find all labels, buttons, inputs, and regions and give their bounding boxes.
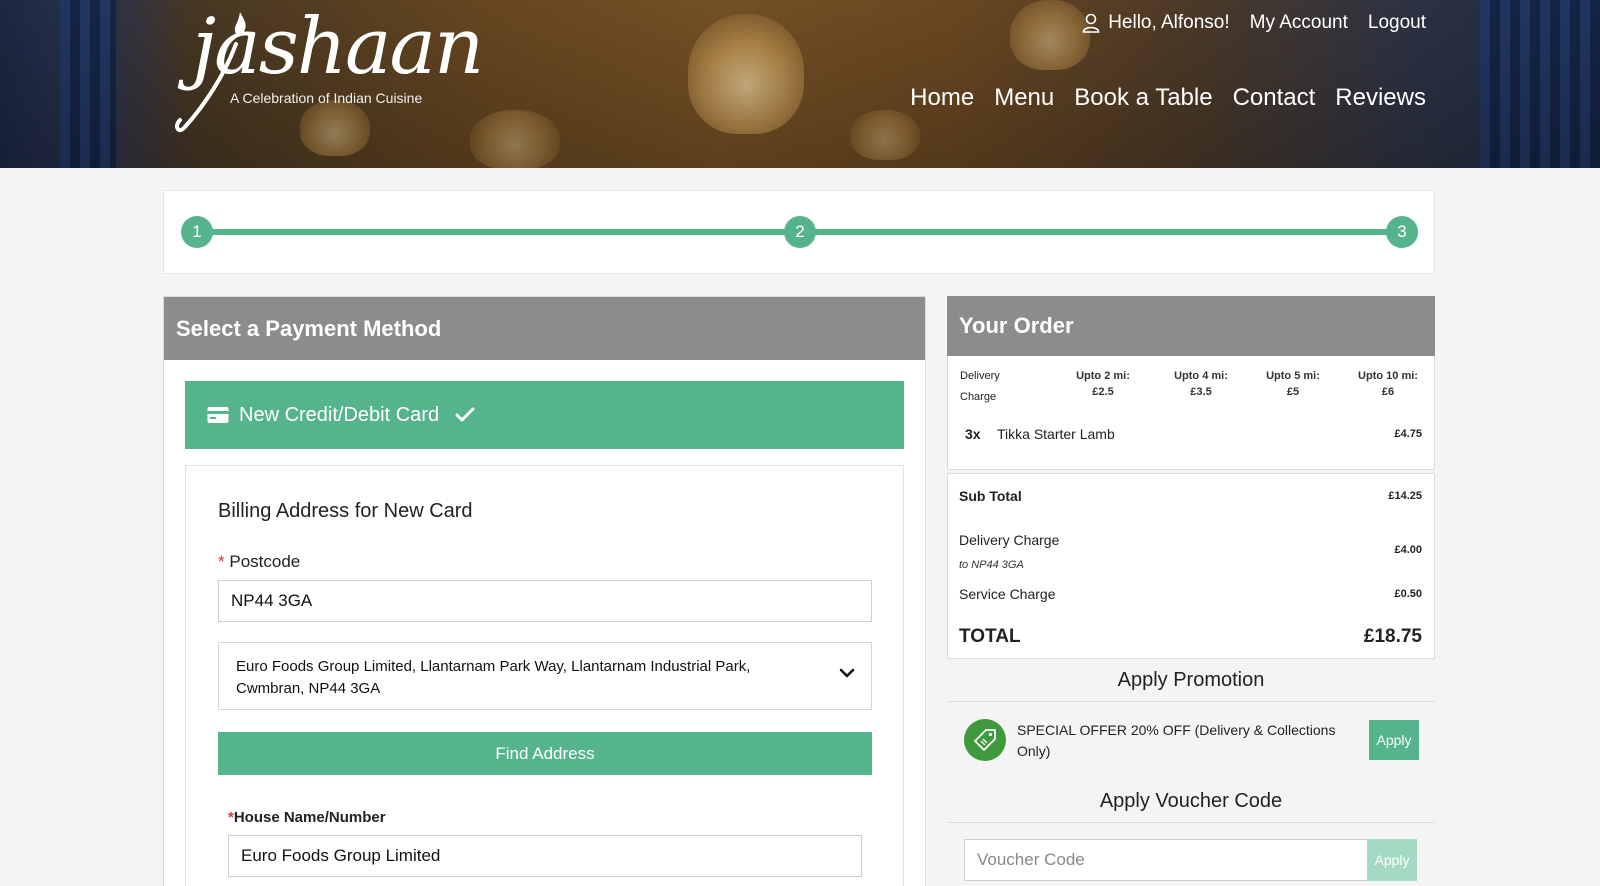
delivery-tier: Upto 10 mi: £6 — [1348, 368, 1428, 400]
subtotal-row: Sub Total £14.25 — [959, 488, 1422, 504]
tier-price: £6 — [1381, 386, 1395, 398]
account-nav: Hello, Alfonso! My Account Logout — [1082, 12, 1426, 34]
delivery-label-line2: Charge — [960, 391, 997, 403]
step-1[interactable]: 1 — [181, 216, 213, 248]
tier-range: Upto 5 mi: — [1266, 370, 1320, 382]
nav-contact[interactable]: Contact — [1233, 84, 1316, 112]
order-items: Delivery Charge Upto 2 mi: £2.5 Upto 4 m… — [947, 356, 1435, 470]
postcode-input[interactable]: NP44 3GA — [218, 580, 872, 622]
delivery-charge-value: £4.00 — [1394, 544, 1422, 556]
address-select[interactable]: Euro Foods Group Limited, Llantarnam Par… — [218, 642, 872, 710]
delivery-amount-row: £4.00 — [959, 544, 1422, 556]
delivery-charge-note: to NP44 3GA — [959, 559, 1024, 571]
total-value: £18.75 — [1363, 626, 1422, 647]
logout-link[interactable]: Logout — [1368, 12, 1426, 34]
subtotal-label: Sub Total — [959, 488, 1022, 504]
order-title: Your Order — [947, 296, 1435, 356]
promotion-title: Apply Promotion — [947, 659, 1435, 702]
delivery-label-line1: Delivery — [960, 370, 1000, 382]
nav-reviews[interactable]: Reviews — [1335, 84, 1426, 112]
postcode-label-text: Postcode — [229, 552, 301, 571]
voucher-code-input[interactable]: Voucher Code — [964, 839, 1368, 881]
voucher-title: Apply Voucher Code — [947, 780, 1435, 823]
required-marker: * — [218, 552, 225, 571]
new-card-option[interactable]: New Credit/Debit Card — [185, 381, 904, 449]
tier-price: £2.5 — [1092, 386, 1114, 398]
payment-title: Select a Payment Method — [164, 297, 925, 360]
tier-range: Upto 2 mi: — [1076, 370, 1130, 382]
step-3[interactable]: 3 — [1386, 216, 1418, 248]
main-nav: Home Menu Book a Table Contact Reviews — [910, 84, 1426, 112]
postcode-label: * Postcode — [218, 552, 300, 572]
item-price: £4.75 — [1394, 428, 1422, 440]
header-banner: jashaan A Celebration of Indian Cuisine … — [0, 0, 1600, 168]
delivery-tier: Upto 5 mi: £5 — [1258, 368, 1328, 400]
total-row: TOTAL £18.75 — [959, 626, 1422, 648]
tier-range: Upto 4 mi: — [1174, 370, 1228, 382]
tag-icon — [974, 729, 996, 751]
new-card-label: New Credit/Debit Card — [239, 403, 440, 426]
house-label: *House Name/Number — [228, 809, 386, 826]
promo-tag-icon — [964, 719, 1006, 761]
service-row: Service Charge £0.50 — [959, 586, 1422, 602]
greeting-text: Hello, Alfonso! — [1108, 12, 1230, 33]
nav-home[interactable]: Home — [910, 84, 974, 112]
house-input[interactable]: Euro Foods Group Limited — [228, 835, 862, 877]
checkout-stepper: 1 2 3 — [163, 190, 1435, 274]
subtotal-value: £14.25 — [1388, 490, 1422, 502]
list-item: 3x Tikka Starter Lamb £4.75 — [965, 426, 1422, 442]
chevron-down-icon — [839, 668, 855, 678]
checkmark-icon — [455, 407, 475, 422]
apply-promotion-button[interactable]: Apply — [1369, 720, 1419, 760]
logo-tagline: A Celebration of Indian Cuisine — [230, 90, 423, 106]
user-icon — [1082, 13, 1100, 33]
billing-title: Billing Address for New Card — [218, 500, 473, 522]
order-totals: Sub Total £14.25 Delivery Charge to NP44… — [947, 473, 1435, 659]
tier-range: Upto 10 mi: — [1358, 370, 1418, 382]
house-label-text: House Name/Number — [233, 809, 386, 826]
promotion-text: SPECIAL OFFER 20% OFF (Delivery & Collec… — [1017, 722, 1336, 759]
total-label: TOTAL — [959, 626, 1021, 647]
step-2[interactable]: 2 — [784, 216, 816, 248]
service-charge-value: £0.50 — [1394, 588, 1422, 600]
service-charge-label: Service Charge — [959, 586, 1056, 602]
voucher-form: Voucher Code Apply — [947, 823, 1435, 886]
delivery-tier: Upto 4 mi: £3.5 — [1166, 368, 1236, 400]
nav-menu[interactable]: Menu — [994, 84, 1054, 112]
billing-address-form: Billing Address for New Card * Postcode … — [185, 465, 904, 886]
credit-card-icon — [207, 407, 229, 423]
logo[interactable]: jashaan A Celebration of Indian Cuisine — [174, 2, 484, 133]
delivery-charge-label: Delivery Charge — [960, 366, 1000, 408]
nav-book-a-table[interactable]: Book a Table — [1074, 84, 1212, 112]
tier-price: £3.5 — [1190, 386, 1212, 398]
apply-voucher-button[interactable]: Apply — [1367, 839, 1417, 881]
payment-panel: Select a Payment Method New Credit/Debit… — [163, 296, 926, 886]
delivery-tier: Upto 2 mi: £2.5 — [1068, 368, 1138, 400]
order-panel: Your Order Delivery Charge Upto 2 mi: £2… — [947, 296, 1435, 886]
address-selected-text: Euro Foods Group Limited, Llantarnam Par… — [236, 658, 751, 697]
tier-price: £5 — [1286, 386, 1300, 398]
logo-swash — [175, 42, 238, 133]
item-name: Tikka Starter Lamb — [997, 426, 1115, 442]
greeting: Hello, Alfonso! — [1082, 12, 1230, 34]
find-address-button[interactable]: Find Address — [218, 732, 872, 775]
promotion-offer: SPECIAL OFFER 20% OFF (Delivery & Collec… — [947, 702, 1435, 780]
my-account-link[interactable]: My Account — [1250, 12, 1348, 34]
item-qty: 3x — [965, 426, 981, 442]
